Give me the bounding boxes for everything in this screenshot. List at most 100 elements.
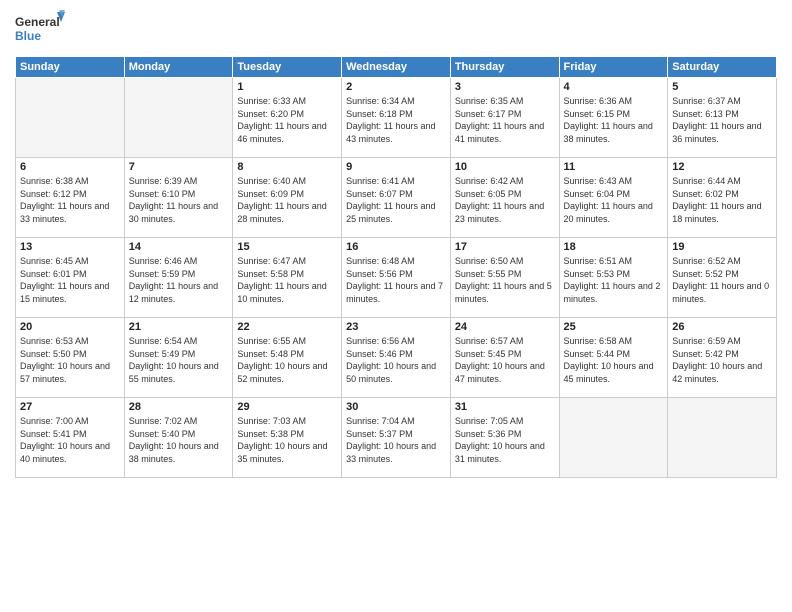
cell-info: Sunrise: 6:40 AMSunset: 6:09 PMDaylight:… bbox=[237, 175, 337, 225]
day-header-saturday: Saturday bbox=[668, 57, 777, 78]
day-number: 12 bbox=[672, 161, 772, 173]
day-number: 7 bbox=[129, 161, 229, 173]
cell-info: Sunrise: 6:35 AMSunset: 6:17 PMDaylight:… bbox=[455, 95, 555, 145]
day-number: 16 bbox=[346, 241, 446, 253]
cell-info: Sunrise: 6:56 AMSunset: 5:46 PMDaylight:… bbox=[346, 335, 446, 385]
day-number: 19 bbox=[672, 241, 772, 253]
day-header-friday: Friday bbox=[559, 57, 668, 78]
cell-info: Sunrise: 6:59 AMSunset: 5:42 PMDaylight:… bbox=[672, 335, 772, 385]
calendar-cell: 29 Sunrise: 7:03 AMSunset: 5:38 PMDayligh… bbox=[233, 398, 342, 478]
day-number: 31 bbox=[455, 401, 555, 413]
day-number: 10 bbox=[455, 161, 555, 173]
cell-info: Sunrise: 6:51 AMSunset: 5:53 PMDaylight:… bbox=[564, 255, 664, 305]
day-number: 27 bbox=[20, 401, 120, 413]
cell-info: Sunrise: 6:38 AMSunset: 6:12 PMDaylight:… bbox=[20, 175, 120, 225]
day-number: 30 bbox=[346, 401, 446, 413]
day-number: 2 bbox=[346, 81, 446, 93]
calendar-cell: 19 Sunrise: 6:52 AMSunset: 5:52 PMDayligh… bbox=[668, 238, 777, 318]
day-number: 4 bbox=[564, 81, 664, 93]
cell-info: Sunrise: 6:53 AMSunset: 5:50 PMDaylight:… bbox=[20, 335, 120, 385]
calendar-cell: 21 Sunrise: 6:54 AMSunset: 5:49 PMDayligh… bbox=[124, 318, 233, 398]
calendar-week-2: 13 Sunrise: 6:45 AMSunset: 6:01 PMDayligh… bbox=[16, 238, 777, 318]
calendar-cell: 1Sunrise: 6:33 AMSunset: 6:20 PMDaylight… bbox=[233, 78, 342, 158]
day-number: 23 bbox=[346, 321, 446, 333]
calendar-cell: 15 Sunrise: 6:47 AMSunset: 5:58 PMDayligh… bbox=[233, 238, 342, 318]
day-number: 9 bbox=[346, 161, 446, 173]
day-number: 29 bbox=[237, 401, 337, 413]
calendar-week-4: 27 Sunrise: 7:00 AMSunset: 5:41 PMDayligh… bbox=[16, 398, 777, 478]
calendar-table: SundayMondayTuesdayWednesdayThursdayFrid… bbox=[15, 56, 777, 478]
cell-info: Sunrise: 6:58 AMSunset: 5:44 PMDaylight:… bbox=[564, 335, 664, 385]
calendar-cell: 7 Sunrise: 6:39 AMSunset: 6:10 PMDaylight… bbox=[124, 158, 233, 238]
calendar-cell: 13 Sunrise: 6:45 AMSunset: 6:01 PMDayligh… bbox=[16, 238, 125, 318]
day-number: 21 bbox=[129, 321, 229, 333]
cell-info: Sunrise: 6:52 AMSunset: 5:52 PMDaylight:… bbox=[672, 255, 772, 305]
page: General Blue SundayMondayTuesdayWednesda… bbox=[0, 0, 792, 612]
calendar-cell: 11 Sunrise: 6:43 AMSunset: 6:04 PMDayligh… bbox=[559, 158, 668, 238]
day-number: 13 bbox=[20, 241, 120, 253]
calendar-cell: 4 Sunrise: 6:36 AMSunset: 6:15 PMDaylight… bbox=[559, 78, 668, 158]
cell-info: Sunrise: 6:44 AMSunset: 6:02 PMDaylight:… bbox=[672, 175, 772, 225]
svg-text:Blue: Blue bbox=[15, 29, 41, 43]
day-header-thursday: Thursday bbox=[450, 57, 559, 78]
day-header-tuesday: Tuesday bbox=[233, 57, 342, 78]
header: General Blue bbox=[15, 10, 777, 48]
calendar-cell: 24Sunrise: 6:57 AMSunset: 5:45 PMDayligh… bbox=[450, 318, 559, 398]
logo-svg: General Blue bbox=[15, 10, 65, 48]
calendar-cell: 22 Sunrise: 6:55 AMSunset: 5:48 PMDayligh… bbox=[233, 318, 342, 398]
calendar-cell bbox=[124, 78, 233, 158]
cell-info: Sunrise: 6:54 AMSunset: 5:49 PMDaylight:… bbox=[129, 335, 229, 385]
cell-info: Sunrise: 6:48 AMSunset: 5:56 PMDaylight:… bbox=[346, 255, 446, 305]
calendar-cell: 16 Sunrise: 6:48 AMSunset: 5:56 PMDayligh… bbox=[342, 238, 451, 318]
calendar-week-0: 1Sunrise: 6:33 AMSunset: 6:20 PMDaylight… bbox=[16, 78, 777, 158]
calendar-cell: 17Sunrise: 6:50 AMSunset: 5:55 PMDayligh… bbox=[450, 238, 559, 318]
day-header-sunday: Sunday bbox=[16, 57, 125, 78]
calendar-cell: 12 Sunrise: 6:44 AMSunset: 6:02 PMDayligh… bbox=[668, 158, 777, 238]
day-number: 22 bbox=[237, 321, 337, 333]
day-number: 3 bbox=[455, 81, 555, 93]
cell-info: Sunrise: 7:02 AMSunset: 5:40 PMDaylight:… bbox=[129, 415, 229, 465]
logo: General Blue bbox=[15, 10, 65, 48]
day-number: 6 bbox=[20, 161, 120, 173]
calendar-week-1: 6 Sunrise: 6:38 AMSunset: 6:12 PMDaylight… bbox=[16, 158, 777, 238]
calendar-cell: 8 Sunrise: 6:40 AMSunset: 6:09 PMDaylight… bbox=[233, 158, 342, 238]
cell-info: Sunrise: 6:46 AMSunset: 5:59 PMDaylight:… bbox=[129, 255, 229, 305]
calendar-cell: 31 Sunrise: 7:05 AMSunset: 5:36 PMDayligh… bbox=[450, 398, 559, 478]
calendar-cell: 3 Sunrise: 6:35 AMSunset: 6:17 PMDaylight… bbox=[450, 78, 559, 158]
day-header-monday: Monday bbox=[124, 57, 233, 78]
cell-info: Sunrise: 7:05 AMSunset: 5:36 PMDaylight:… bbox=[455, 415, 555, 465]
calendar-cell: 6 Sunrise: 6:38 AMSunset: 6:12 PMDaylight… bbox=[16, 158, 125, 238]
cell-info: Sunrise: 6:41 AMSunset: 6:07 PMDaylight:… bbox=[346, 175, 446, 225]
day-number: 25 bbox=[564, 321, 664, 333]
day-header-wednesday: Wednesday bbox=[342, 57, 451, 78]
calendar-cell: 23 Sunrise: 6:56 AMSunset: 5:46 PMDayligh… bbox=[342, 318, 451, 398]
cell-info: Sunrise: 7:04 AMSunset: 5:37 PMDaylight:… bbox=[346, 415, 446, 465]
day-number: 14 bbox=[129, 241, 229, 253]
day-number: 5 bbox=[672, 81, 772, 93]
cell-info: Sunrise: 7:00 AMSunset: 5:41 PMDaylight:… bbox=[20, 415, 120, 465]
calendar-cell: 18Sunrise: 6:51 AMSunset: 5:53 PMDayligh… bbox=[559, 238, 668, 318]
cell-info: Sunrise: 6:47 AMSunset: 5:58 PMDaylight:… bbox=[237, 255, 337, 305]
calendar-cell: 25 Sunrise: 6:58 AMSunset: 5:44 PMDayligh… bbox=[559, 318, 668, 398]
calendar-cell: 9 Sunrise: 6:41 AMSunset: 6:07 PMDaylight… bbox=[342, 158, 451, 238]
calendar-cell: 26 Sunrise: 6:59 AMSunset: 5:42 PMDayligh… bbox=[668, 318, 777, 398]
calendar-cell bbox=[668, 398, 777, 478]
day-number: 1 bbox=[237, 81, 337, 93]
calendar-header-row: SundayMondayTuesdayWednesdayThursdayFrid… bbox=[16, 57, 777, 78]
calendar-cell: 10Sunrise: 6:42 AMSunset: 6:05 PMDayligh… bbox=[450, 158, 559, 238]
day-number: 8 bbox=[237, 161, 337, 173]
calendar-cell: 2Sunrise: 6:34 AMSunset: 6:18 PMDaylight… bbox=[342, 78, 451, 158]
day-number: 15 bbox=[237, 241, 337, 253]
day-number: 17 bbox=[455, 241, 555, 253]
day-number: 11 bbox=[564, 161, 664, 173]
cell-info: Sunrise: 6:39 AMSunset: 6:10 PMDaylight:… bbox=[129, 175, 229, 225]
cell-info: Sunrise: 6:43 AMSunset: 6:04 PMDaylight:… bbox=[564, 175, 664, 225]
calendar-cell: 5Sunrise: 6:37 AMSunset: 6:13 PMDaylight… bbox=[668, 78, 777, 158]
cell-info: Sunrise: 6:45 AMSunset: 6:01 PMDaylight:… bbox=[20, 255, 120, 305]
day-number: 24 bbox=[455, 321, 555, 333]
calendar-cell: 27 Sunrise: 7:00 AMSunset: 5:41 PMDayligh… bbox=[16, 398, 125, 478]
cell-info: Sunrise: 7:03 AMSunset: 5:38 PMDaylight:… bbox=[237, 415, 337, 465]
day-number: 26 bbox=[672, 321, 772, 333]
cell-info: Sunrise: 6:55 AMSunset: 5:48 PMDaylight:… bbox=[237, 335, 337, 385]
cell-info: Sunrise: 6:36 AMSunset: 6:15 PMDaylight:… bbox=[564, 95, 664, 145]
